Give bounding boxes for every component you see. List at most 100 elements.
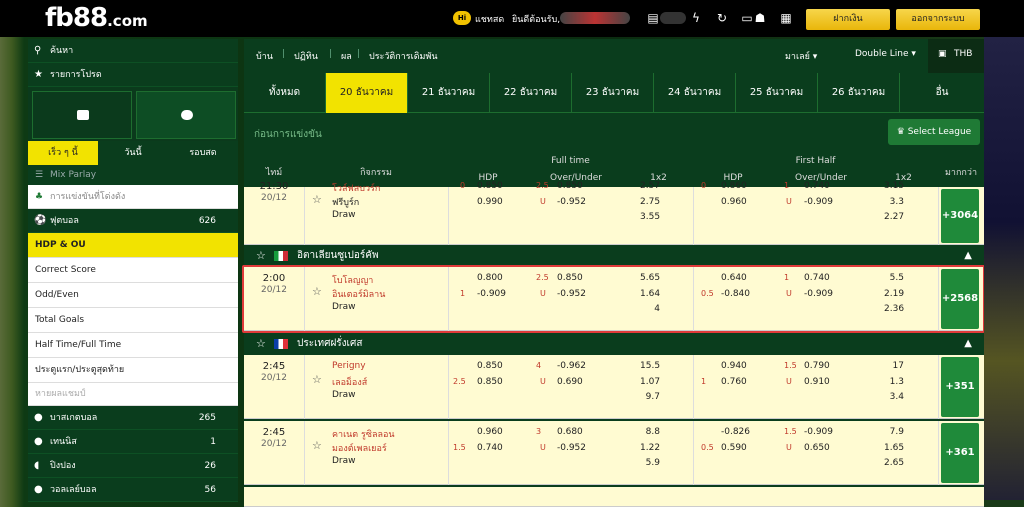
market-htft[interactable]: Half Time/Full Time	[28, 333, 238, 358]
fh-ou-under-odds[interactable]: -0.909	[804, 197, 833, 207]
league-header[interactable]: ☆ ประเทศฝรั่งเศส ▲	[244, 333, 984, 355]
market-correct-score[interactable]: Correct Score	[28, 258, 238, 283]
nav-bet-history[interactable]: ประวัติการเดิมพัน	[369, 49, 438, 63]
sport-view-tab[interactable]	[136, 91, 236, 139]
gift-icon[interactable]: ▦	[778, 10, 794, 26]
date-tab-22[interactable]: 22 ธันวาคม	[490, 73, 572, 113]
fh-1x2-odds[interactable]: 7.9	[884, 427, 904, 437]
fh-1x2-odds[interactable]: 3.4	[884, 392, 904, 402]
fh-hdp-away[interactable]: 0.760	[721, 377, 747, 387]
chevron-up-icon[interactable]: ▲	[964, 245, 972, 267]
fh-1x2-odds[interactable]: 5.5	[884, 273, 904, 283]
ft-ou-over[interactable]: 0.850	[557, 273, 583, 283]
ft-1x2-odds[interactable]: 15.5	[640, 361, 660, 371]
star-icon[interactable]: ☆	[312, 193, 322, 206]
fh-ou-under-odds[interactable]: 0.650	[804, 443, 830, 453]
period-live[interactable]: รอบสด	[168, 141, 238, 165]
nav-calendar[interactable]: ปฏิทิน	[294, 49, 318, 63]
ft-1x2-odds[interactable]: 8.8	[640, 427, 660, 437]
fh-hdp-home[interactable]: 0.860	[721, 181, 747, 191]
ft-1x2-odds[interactable]: 5.9	[640, 458, 660, 468]
away-team[interactable]: มองต์เพลเยอร์	[332, 441, 387, 455]
date-tab-20[interactable]: 20 ธันวาคม	[326, 73, 408, 113]
fh-ou-over[interactable]: -0.909	[804, 427, 833, 437]
ft-ou-under-odds[interactable]: -0.952	[557, 197, 586, 207]
deposit-button[interactable]: ฝากเงิน	[806, 9, 890, 30]
fh-1x2-odds[interactable]: 3.15	[884, 181, 904, 191]
period-today[interactable]: วันนี้	[98, 141, 168, 165]
line-mode-select[interactable]: Double Line ▾	[855, 49, 916, 59]
ft-1x2-odds[interactable]: 3.55	[640, 212, 660, 222]
home-team[interactable]: โวล์ฟสบวร์ก	[332, 181, 380, 195]
ft-1x2-odds[interactable]: 5.65	[640, 273, 660, 283]
market-first-last-goal[interactable]: ประตูแรก/ประตูสุดท้าย	[28, 358, 238, 383]
sport-tennis[interactable]: ● เทนนิส 1	[28, 430, 238, 454]
currency-box[interactable]: ▣ THB	[928, 39, 984, 73]
fh-hdp-away[interactable]: -0.840	[721, 289, 750, 299]
fh-hdp-home[interactable]: 0.640	[721, 273, 747, 283]
sidebar-favorites[interactable]: ★ รายการโปรด	[28, 63, 238, 87]
home-team[interactable]: โบโลญญา	[332, 273, 373, 287]
star-icon[interactable]: ☆	[256, 333, 266, 355]
away-team[interactable]: อินเตอร์มิลาน	[332, 287, 385, 301]
fh-1x2-odds[interactable]: 2.19	[884, 289, 904, 299]
star-icon[interactable]: ☆	[312, 285, 322, 298]
market-outright[interactable]: หายผลแชมป์	[28, 383, 238, 406]
ft-hdp-away[interactable]: 0.850	[477, 377, 503, 387]
chevron-up-icon[interactable]: ▲	[964, 333, 972, 355]
league-header[interactable]: ☆ อิตาเลียนซูเปอร์คัพ ▲	[244, 245, 984, 267]
fh-1x2-odds[interactable]: 2.27	[884, 212, 904, 222]
fh-hdp-home[interactable]: 0.940	[721, 361, 747, 371]
sport-football[interactable]: ⚽ ฟุตบอล 626	[28, 209, 238, 233]
ft-ou-over[interactable]: 0.680	[557, 427, 583, 437]
sport-volleyball[interactable]: ● วอลเลย์บอล 56	[28, 478, 238, 502]
ft-hdp-away[interactable]: 0.990	[477, 197, 503, 207]
fh-ou-over[interactable]: 0.740	[804, 181, 830, 191]
ft-ou-under-odds[interactable]: 0.690	[557, 377, 583, 387]
date-tab-26[interactable]: 26 ธันวาคม	[818, 73, 900, 113]
fh-ou-over[interactable]: 0.790	[804, 361, 830, 371]
fh-ou-under-odds[interactable]: 0.910	[804, 377, 830, 387]
wallet-icon[interactable]: ▤	[645, 10, 661, 26]
date-tab-21[interactable]: 21 ธันวาคม	[408, 73, 490, 113]
ft-1x2-odds[interactable]: 2.57	[640, 181, 660, 191]
mix-parlay[interactable]: ☰ Mix Parlay	[28, 165, 238, 185]
date-tab-all[interactable]: ทั้งหมด	[244, 73, 326, 113]
date-tab-23[interactable]: 23 ธันวาคม	[572, 73, 654, 113]
away-team[interactable]: เลอม็องส์	[332, 375, 367, 389]
ft-1x2-odds[interactable]: 1.22	[640, 443, 660, 453]
period-soon[interactable]: เร็ว ๆ นี้	[28, 141, 98, 165]
ft-hdp-home[interactable]: 0.960	[477, 427, 503, 437]
refresh-icon[interactable]: ↻	[714, 10, 730, 26]
nav-home[interactable]: บ้าน	[256, 49, 273, 63]
fh-hdp-away[interactable]: 0.590	[721, 443, 747, 453]
date-tab-25[interactable]: 25 ธันวาคม	[736, 73, 818, 113]
fb88-logo[interactable]: fb88.com	[45, 4, 148, 32]
more-markets-button[interactable]: +361	[941, 423, 979, 483]
market-total-goals[interactable]: Total Goals	[28, 308, 238, 333]
ft-hdp-away[interactable]: 0.740	[477, 443, 503, 453]
ft-ou-under-odds[interactable]: -0.952	[557, 443, 586, 453]
ft-hdp-home[interactable]: 0.850	[477, 361, 503, 371]
odds-format-select[interactable]: มาเลย์ ▾	[785, 49, 817, 63]
ft-1x2-odds[interactable]: 2.75	[640, 197, 660, 207]
market-hdp-ou[interactable]: HDP & OU	[28, 233, 238, 258]
star-icon[interactable]: ☆	[312, 439, 322, 452]
fh-ou-over[interactable]: 0.740	[804, 273, 830, 283]
star-icon[interactable]: ☆	[312, 373, 322, 386]
fh-1x2-odds[interactable]: 1.3	[884, 377, 904, 387]
market-odd-even[interactable]: Odd/Even	[28, 283, 238, 308]
date-tab-other[interactable]: อื่น	[900, 73, 984, 113]
sidebar-search[interactable]: ⚲ ค้นหา	[28, 39, 238, 63]
ft-ou-over[interactable]: -0.962	[557, 361, 586, 371]
ft-1x2-odds[interactable]: 9.7	[640, 392, 660, 402]
ft-1x2-odds[interactable]: 1.07	[640, 377, 660, 387]
more-markets-button[interactable]: +3064	[941, 189, 979, 243]
sport-table-tennis[interactable]: ◖ ปิงปอง 26	[28, 454, 238, 478]
fh-1x2-odds[interactable]: 17	[884, 361, 904, 371]
live-schedule[interactable]: ♣ การแข่งขันที่โด่งดัง	[28, 185, 238, 209]
fh-1x2-odds[interactable]: 3.3	[884, 197, 904, 207]
fh-ou-under-odds[interactable]: -0.909	[804, 289, 833, 299]
nav-results[interactable]: ผล	[341, 49, 352, 63]
star-icon[interactable]: ☆	[256, 245, 266, 267]
